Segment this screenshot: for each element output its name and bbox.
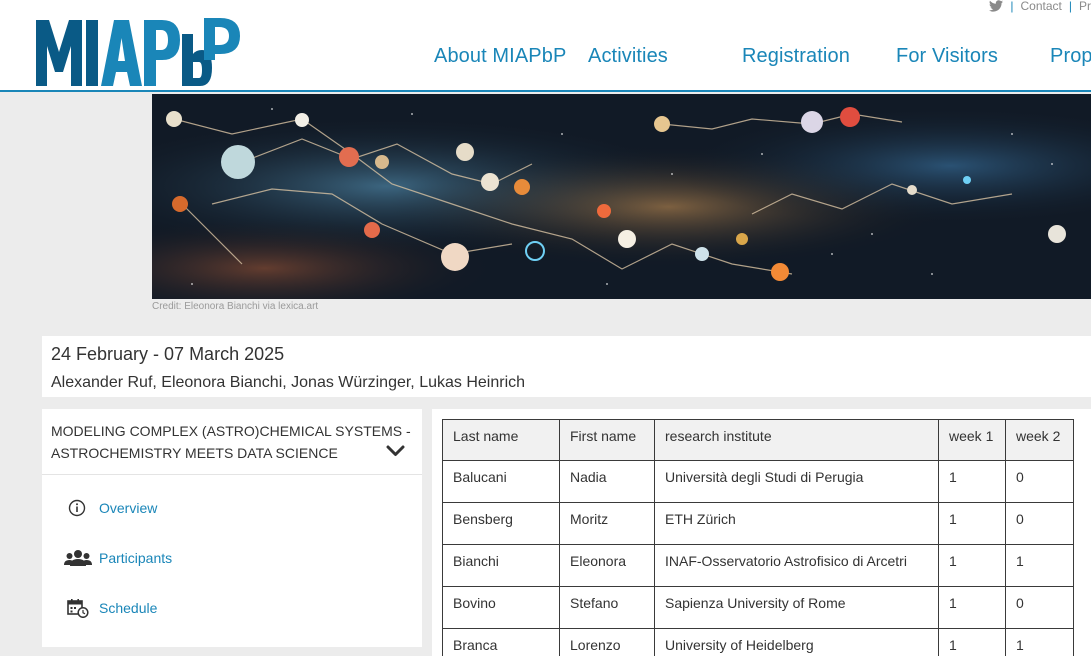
nav-registration[interactable]: Registration (742, 45, 850, 68)
cell-week-2: 1 (1005, 628, 1074, 656)
nav-proposals-truncated[interactable]: Prop (1050, 45, 1091, 68)
banner-illustration (152, 94, 1091, 299)
column-header-week-1: week 1 (938, 419, 1006, 461)
program-banner-image (152, 94, 1091, 299)
table-row: Balucani Nadia Università degli Studi di… (442, 460, 1074, 503)
nav-activities[interactable]: Activities (588, 45, 668, 68)
banner-credit: Credit: Eleonora Bianchi via lexica.art (152, 301, 319, 312)
calendar-clock-icon (67, 599, 89, 618)
util-link-truncated[interactable]: Pr (1079, 0, 1091, 13)
util-separator: | (1010, 0, 1014, 13)
site-header: | Contact | Pr About MIAPbP Activities R… (0, 0, 1091, 92)
sidebar-item-schedule[interactable]: Schedule (42, 596, 422, 622)
nav-for-visitors[interactable]: For Visitors (896, 45, 998, 68)
cell-week-1: 1 (938, 544, 1006, 587)
util-separator: | (1068, 0, 1072, 13)
people-icon (64, 550, 92, 566)
chevron-down-icon[interactable] (386, 445, 405, 457)
cell-last-name: Bovino (442, 586, 560, 629)
nav-about[interactable]: About MIAPbP (434, 45, 566, 68)
cell-institute: Sapienza University of Rome (654, 586, 939, 629)
cell-week-2: 0 (1005, 502, 1074, 545)
participants-panel: Last name First name research institute … (432, 409, 1091, 656)
twitter-icon[interactable] (989, 0, 1004, 12)
info-icon (68, 499, 86, 517)
cell-first-name: Moritz (559, 502, 655, 545)
cell-last-name: Bensberg (442, 502, 560, 545)
cell-week-1: 1 (938, 628, 1006, 656)
cell-institute: Università degli Studi di Perugia (654, 460, 939, 503)
cell-institute: INAF-Osservatorio Astrofisico di Arcetri (654, 544, 939, 587)
contact-link[interactable]: Contact (1021, 0, 1062, 13)
table-row: Branca Lorenzo University of Heidelberg … (442, 628, 1074, 656)
cell-last-name: Branca (442, 628, 560, 656)
program-organizers: Alexander Ruf, Eleonora Bianchi, Jonas W… (51, 374, 526, 391)
utility-links: | Contact | Pr (989, 0, 1091, 13)
cell-first-name: Eleonora (559, 544, 655, 587)
program-info: 24 February - 07 March 2025 Alexander Ru… (42, 336, 1091, 397)
cell-week-2: 1 (1005, 544, 1074, 587)
sidebar-item-label: Schedule (99, 600, 158, 616)
program-sidebar: MODELING COMPLEX (ASTRO)CHEMICAL SYSTEMS… (42, 409, 422, 647)
table-row: Bovino Stefano Sapienza University of Ro… (442, 586, 1074, 629)
main-nav: About MIAPbP Activities Registration For… (0, 45, 1091, 71)
cell-first-name: Nadia (559, 460, 655, 503)
cell-institute: University of Heidelberg (654, 628, 939, 656)
table-header-row: Last name First name research institute … (442, 419, 1074, 461)
cell-last-name: Balucani (442, 460, 560, 503)
program-dates: 24 February - 07 March 2025 (51, 344, 285, 364)
cell-first-name: Stefano (559, 586, 655, 629)
column-header-last-name: Last name (442, 419, 560, 461)
cell-first-name: Lorenzo (559, 628, 655, 656)
participants-table: Last name First name research institute … (442, 419, 1074, 656)
cell-week-1: 1 (938, 586, 1006, 629)
table-row: Bensberg Moritz ETH Zürich 1 0 (442, 502, 1074, 545)
cell-last-name: Bianchi (442, 544, 560, 587)
cell-week-1: 1 (938, 502, 1006, 545)
column-header-institute: research institute (654, 419, 939, 461)
sidebar-item-participants[interactable]: Participants (42, 546, 422, 572)
column-header-first-name: First name (559, 419, 655, 461)
cell-week-2: 0 (1005, 586, 1074, 629)
cell-week-2: 0 (1005, 460, 1074, 503)
sidebar-item-label: Participants (99, 550, 173, 566)
sidebar-item-overview[interactable]: Overview (42, 496, 422, 522)
cell-week-1: 1 (938, 460, 1006, 503)
sidebar-item-label: Overview (99, 500, 158, 516)
sidebar-divider (42, 474, 422, 475)
table-row: Bianchi Eleonora INAF-Osservatorio Astro… (442, 544, 1074, 587)
program-title: MODELING COMPLEX (ASTRO)CHEMICAL SYSTEMS… (51, 423, 411, 461)
cell-institute: ETH Zürich (654, 502, 939, 545)
column-header-week-2: week 2 (1005, 419, 1074, 461)
